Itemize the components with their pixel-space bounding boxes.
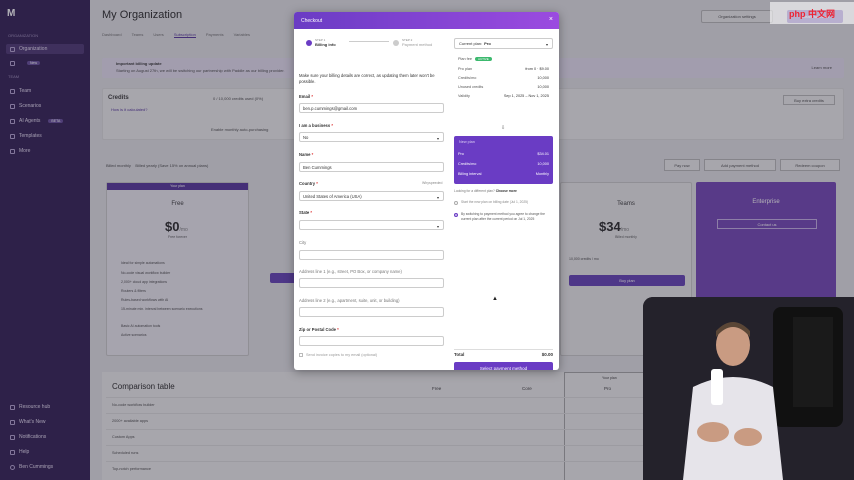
modal-title: Checkout: [301, 18, 323, 24]
state-select[interactable]: ▾: [299, 220, 444, 230]
current-plan-row: Pro plan from 0 · $9.00: [458, 67, 549, 71]
new-plan-row: Pro $34.01: [458, 152, 549, 156]
current-plan-row: Validity Sep 1, 2025 – Nov 1, 2025: [458, 94, 549, 98]
new-plan-heading: New plan: [459, 140, 475, 144]
checkout-modal: Checkout × STEP 1 Billing info STEP 2 Paym…: [294, 12, 559, 370]
close-icon[interactable]: ×: [549, 16, 553, 23]
step-connector: [349, 41, 389, 42]
address2-field[interactable]: [299, 307, 444, 317]
modal-header: Checkout ×: [294, 12, 559, 29]
step-active-icon: [306, 39, 312, 46]
current-plan-select[interactable]: Current plan: Pro ▾: [454, 38, 553, 49]
address1-label: Address line 1 (e.g., street, PO Box, or…: [299, 269, 402, 274]
invoice-copy-checkbox[interactable]: Send invoice copies to my email (optiona…: [299, 353, 377, 357]
choose-more-link[interactable]: Choose more: [496, 189, 517, 193]
city-field[interactable]: [299, 250, 444, 260]
business-select[interactable]: No ▾: [299, 132, 444, 142]
current-plan-row: Unused credits 10,000: [458, 85, 549, 89]
zip-field[interactable]: [299, 336, 444, 346]
new-plan-box: New plan Pro $34.01 Credits/mo 10,000 Bill…: [454, 136, 553, 184]
switch-after-period-radio[interactable]: By switching to payment method you agree…: [454, 212, 553, 221]
business-label: I am a business *: [299, 123, 333, 128]
country-label: Country *: [299, 181, 318, 186]
chevron-down-icon: ▾: [436, 195, 439, 200]
current-plan-row: Credits/mo 10,000: [458, 76, 549, 80]
select-payment-method-button[interactable]: Select payment method: [454, 362, 553, 370]
step-payment-method: STEP 2 Payment method: [393, 38, 432, 47]
step-billing-info: STEP 1 Billing info: [306, 38, 336, 47]
billing-intro-text: Make sure your billing details are corre…: [299, 73, 435, 84]
mouse-cursor-icon: ▲: [492, 296, 498, 302]
total-row: Total $0.00: [454, 349, 553, 357]
watermark-logo: php 中文网: [770, 2, 854, 24]
checkout-steps: STEP 1 Billing info STEP 2 Payment method: [301, 38, 449, 54]
email-field[interactable]: ben.p.cummings@gmail.com: [299, 103, 444, 113]
start-on-billing-date-radio[interactable]: Start the new plan on billing date (Jul …: [454, 200, 553, 205]
address1-field[interactable]: [299, 278, 444, 288]
presenter-video-icon: [643, 297, 854, 480]
state-label: State *: [299, 210, 313, 215]
status-badge: ACTIVE: [474, 57, 492, 61]
zip-label: Zip or Postal Code *: [299, 327, 339, 332]
chevron-down-icon: ▾: [545, 42, 548, 47]
arrow-down-icon: ⇩: [501, 125, 506, 131]
chevron-down-icon: ▾: [436, 136, 439, 141]
current-plan-fee: Plan fee ACTIVE: [458, 57, 549, 61]
new-plan-row: Billing interval Monthly: [458, 172, 549, 176]
name-field[interactable]: Ben Cummings: [299, 162, 444, 172]
name-label: Name *: [299, 152, 314, 157]
different-plan-note: Looking for a different plan? Choose mor…: [454, 189, 517, 193]
chevron-down-icon: ▾: [436, 224, 439, 229]
checkbox-icon: [299, 353, 303, 357]
city-label: City: [299, 240, 307, 245]
new-plan-row: Credits/mo 10,000: [458, 162, 549, 166]
step-inactive-icon: [393, 39, 399, 46]
country-hint[interactable]: Whyspeeded: [422, 181, 442, 185]
webcam-overlay: [643, 297, 854, 480]
email-label: Email *: [299, 94, 313, 99]
country-select[interactable]: United States of America (USA) ▾: [299, 191, 444, 201]
address2-label: Address line 2 (e.g., apartment, suite, …: [299, 298, 400, 303]
radio-selected-icon: [454, 213, 458, 217]
radio-icon: [454, 201, 458, 205]
